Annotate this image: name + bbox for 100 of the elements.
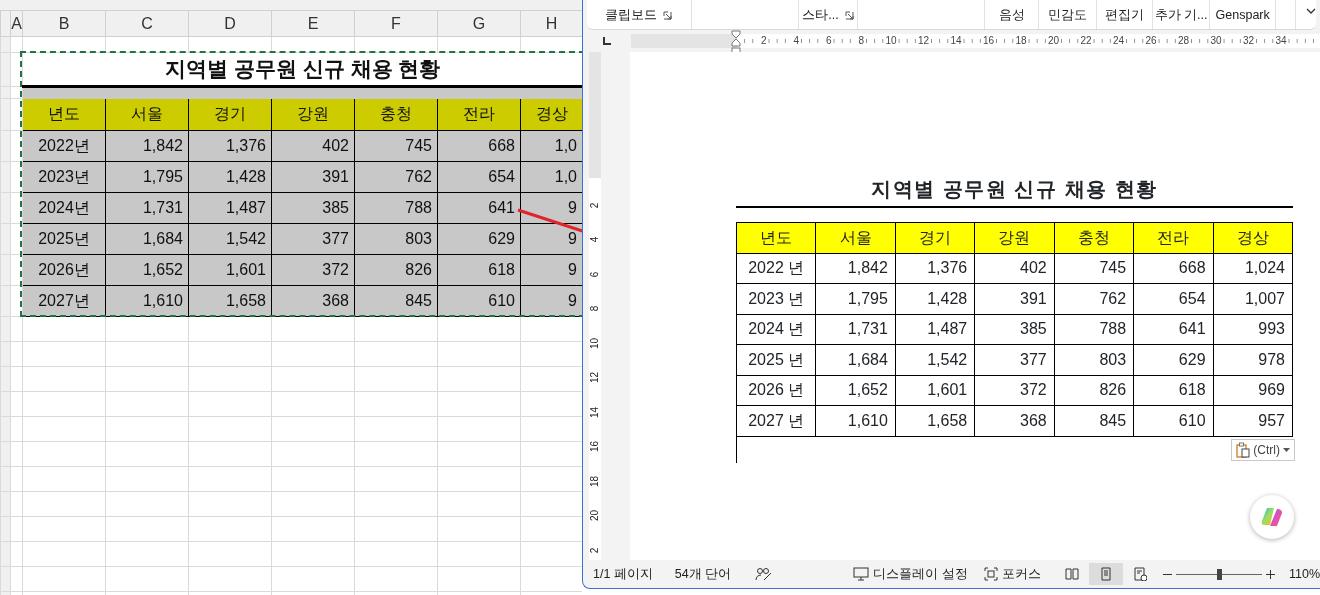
table-cell: 2027 년 <box>736 405 816 436</box>
table-cell: 1,428 <box>188 161 272 192</box>
ruler-number: 18 <box>588 475 602 487</box>
table-cell: 629 <box>1133 344 1214 375</box>
table-cell: 385 <box>271 192 355 223</box>
ruler-number: 30 <box>1209 35 1223 46</box>
table-cell: 1,024 <box>1213 253 1293 284</box>
table-cell: 762 <box>354 161 438 192</box>
table-cell: 2024년 <box>22 192 106 223</box>
group-label: Genspark <box>1215 7 1270 25</box>
table-cell: 654 <box>1133 283 1214 314</box>
document-title: 지역별 공무원 신규 채용 현황 <box>736 174 1293 208</box>
table-cell: 969 <box>1213 375 1293 406</box>
word-count[interactable]: 54개 단어 <box>674 564 732 584</box>
table-cell: 788 <box>354 192 438 223</box>
table-cell: 1,601 <box>188 254 272 285</box>
ruler-number: 12 <box>916 35 930 46</box>
column-header[interactable]: D <box>188 10 272 37</box>
table-header: 서울 <box>815 222 896 253</box>
table-header: 충청 <box>354 98 438 130</box>
ruler-number: 8 <box>857 35 865 46</box>
ruler-number: 22 <box>1079 35 1093 46</box>
slider-thumb[interactable] <box>1216 568 1222 580</box>
table-cell: 2023년 <box>22 161 106 192</box>
table-header: 전라 <box>1133 222 1214 253</box>
table-cell: 826 <box>1054 375 1134 406</box>
ruler-number: 20 <box>588 509 602 522</box>
focus-icon <box>983 567 998 581</box>
group-label: 편집기 <box>1104 7 1144 25</box>
table-cell: 1,652 <box>105 254 189 285</box>
table-cell: 803 <box>354 223 438 254</box>
table-cell: 391 <box>271 161 355 192</box>
print-layout-button[interactable] <box>1088 563 1123 585</box>
table-cell: 1,610 <box>815 405 896 436</box>
ruler-number: 14 <box>949 35 963 46</box>
table-cell: 1,0 <box>520 130 582 161</box>
table-cell: 1,542 <box>188 223 272 254</box>
table-cell: 1,487 <box>895 314 975 345</box>
text-cursor <box>736 436 737 463</box>
table-cell: 641 <box>1133 314 1214 345</box>
table-header: 경기 <box>188 98 272 130</box>
ruler-number: 2 <box>588 202 602 208</box>
table-cell: 402 <box>974 253 1055 284</box>
web-layout-icon <box>1132 567 1147 581</box>
ruler-number: 4 <box>792 35 800 46</box>
table-cell: 1,487 <box>188 192 272 223</box>
ruler-number: 20 <box>1046 35 1060 46</box>
table-cell: 993 <box>1213 314 1293 345</box>
table-cell: 745 <box>1054 253 1134 284</box>
table-header: 경상 <box>1213 222 1293 253</box>
focus-button[interactable]: 포커스 <box>983 564 1041 584</box>
group-label: 스타... <box>802 7 839 25</box>
ruler-number: 10 <box>884 35 898 46</box>
column-header[interactable]: G <box>437 10 521 37</box>
table-cell: 1,542 <box>895 344 975 375</box>
table-cell: 1,731 <box>815 314 896 345</box>
ruler-number: 24 <box>1111 35 1125 46</box>
gradient-shape-icon <box>1261 507 1283 527</box>
table-cell: 2024 년 <box>736 314 816 345</box>
table-cell: 1,842 <box>815 253 896 284</box>
zoom-level[interactable]: 110% <box>1288 564 1320 584</box>
column-header[interactable]: E <box>271 10 355 37</box>
table-cell: 641 <box>437 192 521 223</box>
table-cell: 1,684 <box>105 223 189 254</box>
table-cell: 978 <box>1213 344 1293 375</box>
table-cell: 2025년 <box>22 223 106 254</box>
table-cell: 629 <box>437 223 521 254</box>
ruler-number: 18 <box>1014 35 1028 46</box>
read-mode-icon <box>1064 567 1079 581</box>
assistant-button[interactable] <box>1250 495 1294 539</box>
ruler-number: 28 <box>1176 35 1190 46</box>
ruler-number: 16 <box>981 35 995 46</box>
table-cell: 1,795 <box>105 161 189 192</box>
column-header[interactable]: B <box>22 10 106 37</box>
table-cell: 2023 년 <box>736 283 816 314</box>
table-cell: 1,601 <box>895 375 975 406</box>
table-cell: 402 <box>271 130 355 161</box>
ruler-number: 10 <box>588 337 602 349</box>
table-cell: 2026 년 <box>736 375 816 406</box>
ruler-number: 6 <box>588 271 602 277</box>
table-cell: 372 <box>974 375 1055 406</box>
table-header: 충청 <box>1054 222 1134 253</box>
ruler-number: 4 <box>588 236 602 243</box>
column-header[interactable]: F <box>354 10 438 37</box>
table-cell: 610 <box>1133 405 1214 436</box>
ruler-number: 12 <box>588 371 602 384</box>
ruler-number: 2 <box>759 35 768 46</box>
table-header: 서울 <box>105 98 189 130</box>
paste-options-button[interactable]: (Ctrl) <box>1231 438 1295 461</box>
column-header[interactable]: C <box>105 10 189 37</box>
ruler-number: 14 <box>588 406 602 418</box>
table-cell: 618 <box>437 254 521 285</box>
table-cell: 1,652 <box>815 375 896 406</box>
table-cell: 1,658 <box>895 405 975 436</box>
table-cell: 762 <box>1054 283 1134 314</box>
group-label: 음성 <box>998 7 1025 25</box>
table-cell: 1,731 <box>105 192 189 223</box>
table-cell: 803 <box>1054 344 1134 375</box>
display-settings-button[interactable]: 디스플레이 설정 <box>853 564 968 584</box>
column-header[interactable]: H <box>520 10 582 37</box>
